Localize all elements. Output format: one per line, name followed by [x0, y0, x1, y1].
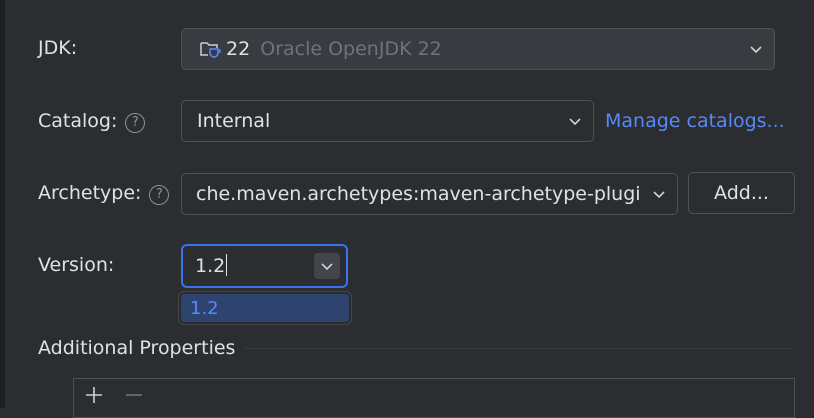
version-dropdown-popup: 1.2 — [178, 291, 352, 325]
help-icon[interactable]: ? — [125, 112, 146, 133]
chevron-down-icon[interactable] — [641, 189, 677, 199]
plus-icon[interactable] — [83, 384, 105, 406]
catalog-combobox[interactable]: Internal — [181, 100, 594, 142]
catalog-label-group: Catalog:? — [38, 109, 146, 133]
window-edge — [0, 0, 5, 408]
chevron-down-icon[interactable] — [557, 116, 593, 126]
minus-icon[interactable] — [123, 384, 145, 406]
version-combobox[interactable]: 1.2 — [181, 244, 348, 288]
jdk-combobox[interactable]: 22 Oracle OpenJDK 22 — [181, 28, 775, 70]
catalog-value: Internal — [197, 110, 271, 132]
archetype-label-group: Archetype:? — [38, 181, 170, 205]
version-value: 1.2 — [195, 255, 226, 277]
version-label: Version: — [38, 254, 115, 276]
help-icon[interactable]: ? — [149, 184, 170, 205]
add-archetype-button[interactable]: Add... — [688, 172, 795, 214]
archetype-label: Archetype: — [38, 182, 142, 204]
chevron-down-icon[interactable] — [314, 253, 340, 279]
text-caret — [226, 254, 228, 276]
jdk-name: Oracle OpenJDK 22 — [260, 38, 442, 60]
version-option[interactable]: 1.2 — [181, 294, 349, 322]
folder-coffee-icon — [199, 38, 221, 60]
additional-properties-title: Additional Properties — [38, 337, 236, 359]
section-separator — [244, 348, 794, 349]
archetype-combobox[interactable]: che.maven.archetypes:maven-archetype-plu… — [181, 173, 678, 215]
catalog-label: Catalog: — [38, 110, 118, 132]
jdk-version: 22 — [226, 38, 251, 60]
properties-table[interactable] — [73, 378, 795, 418]
archetype-value: che.maven.archetypes:maven-archetype-plu… — [196, 183, 641, 205]
jdk-label: JDK: — [38, 37, 78, 59]
manage-catalogs-link[interactable]: Manage catalogs... — [605, 109, 785, 133]
version-input[interactable]: 1.2 — [183, 254, 228, 278]
chevron-down-icon[interactable] — [738, 44, 774, 54]
